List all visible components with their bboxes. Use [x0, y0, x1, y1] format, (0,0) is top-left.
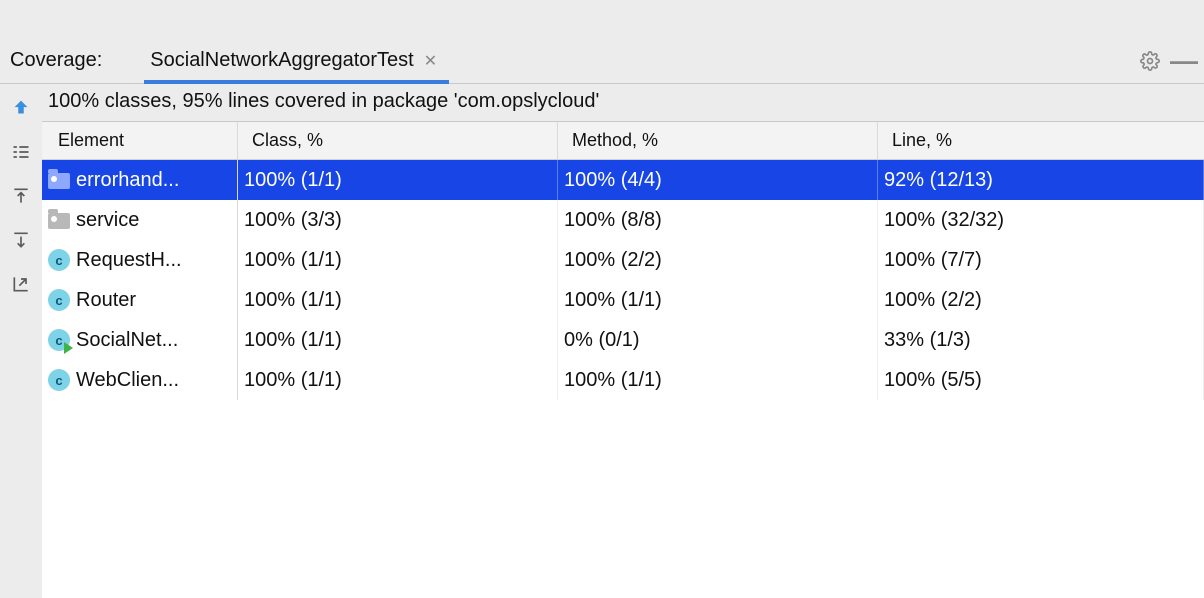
table-row[interactable]: cWebClien...100% (1/1)100% (1/1)100% (5/…: [42, 360, 1204, 400]
col-header-method[interactable]: Method, %: [558, 122, 878, 159]
line-coverage: 33% (1/3): [878, 320, 1204, 360]
flatten-packages-icon[interactable]: [7, 138, 35, 166]
element-name: SocialNet...: [76, 329, 178, 352]
element-name: RequestH...: [76, 249, 182, 272]
expand-down-icon[interactable]: [7, 226, 35, 254]
folder-icon: [48, 209, 70, 231]
export-icon[interactable]: [7, 270, 35, 298]
minimize-icon[interactable]: —: [1172, 49, 1196, 73]
class-coverage: 100% (1/1): [238, 240, 558, 280]
tab-label: SocialNetworkAggregatorTest: [150, 49, 413, 72]
panel-title: Coverage:: [10, 49, 102, 72]
table-row[interactable]: service 100% (3/3)100% (8/8)100% (32/32): [42, 200, 1204, 240]
nav-up-icon[interactable]: [7, 94, 35, 122]
method-coverage: 100% (4/4): [558, 160, 878, 200]
main-panel: 100% classes, 95% lines covered in packa…: [42, 84, 1204, 598]
col-header-element[interactable]: Element: [42, 122, 238, 159]
top-spacer: [0, 0, 1204, 38]
sidebar: [0, 84, 42, 598]
line-coverage: 100% (32/32): [878, 200, 1204, 240]
coverage-table: Element Class, % Method, % Line, % error…: [42, 122, 1204, 598]
table-header: Element Class, % Method, % Line, %: [42, 122, 1204, 160]
class-coverage: 100% (1/1): [238, 280, 558, 320]
line-coverage: 100% (7/7): [878, 240, 1204, 280]
class-coverage: 100% (1/1): [238, 360, 558, 400]
collapse-up-icon[interactable]: [7, 182, 35, 210]
table-row[interactable]: c SocialNet... 100% (1/1)0% (0/1)33% (1/3): [42, 320, 1204, 360]
element-name: WebClien...: [76, 369, 179, 392]
class-icon: c: [48, 249, 70, 271]
table-row[interactable]: c RequestH... 100% (1/1)100% (2/2)100% (7/…: [42, 240, 1204, 280]
class-coverage: 100% (3/3): [238, 200, 558, 240]
element-name: Router: [76, 289, 136, 312]
col-header-class[interactable]: Class, %: [238, 122, 558, 159]
line-coverage: 100% (2/2): [878, 280, 1204, 320]
gear-icon[interactable]: [1138, 49, 1162, 73]
col-header-line[interactable]: Line, %: [878, 122, 1204, 159]
method-coverage: 100% (1/1): [558, 280, 878, 320]
class-coverage: 100% (1/1): [238, 320, 558, 360]
folder-icon: [48, 169, 70, 191]
table-row[interactable]: errorhand... 100% (1/1)100% (4/4)92% (12/…: [42, 160, 1204, 200]
table-row[interactable]: cRouter100% (1/1)100% (1/1)100% (2/2): [42, 280, 1204, 320]
method-coverage: 0% (0/1): [558, 320, 878, 360]
element-name: errorhand...: [76, 169, 179, 192]
method-coverage: 100% (1/1): [558, 360, 878, 400]
coverage-tab[interactable]: SocialNetworkAggregatorTest ✕: [144, 38, 449, 83]
line-coverage: 100% (5/5): [878, 360, 1204, 400]
close-icon[interactable]: ✕: [424, 51, 437, 71]
coverage-summary: 100% classes, 95% lines covered in packa…: [42, 84, 1204, 122]
method-coverage: 100% (2/2): [558, 240, 878, 280]
class-run-icon: c: [48, 329, 70, 351]
element-name: service: [76, 209, 139, 232]
header-bar: Coverage: SocialNetworkAggregatorTest ✕ …: [0, 38, 1204, 84]
class-icon: c: [48, 289, 70, 311]
class-coverage: 100% (1/1): [238, 160, 558, 200]
line-coverage: 92% (12/13): [878, 160, 1204, 200]
class-icon: c: [48, 369, 70, 391]
method-coverage: 100% (8/8): [558, 200, 878, 240]
